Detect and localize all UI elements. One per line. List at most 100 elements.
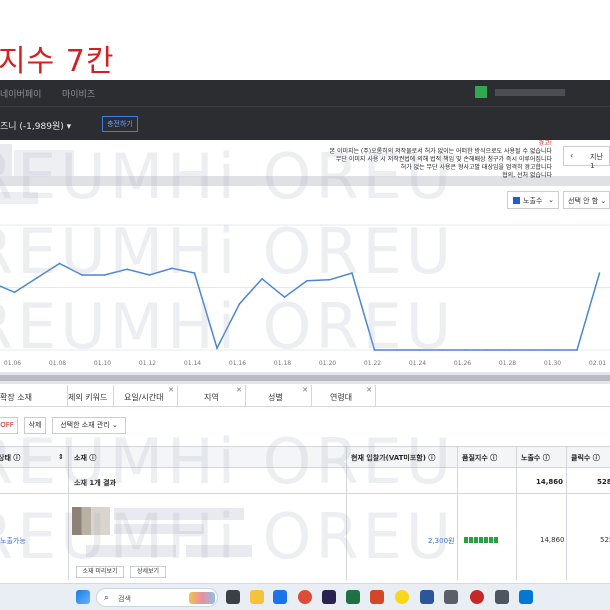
bid-value[interactable]: 2,300원 — [428, 536, 454, 546]
date-range-nav[interactable]: ‹ 지난 1 — [563, 146, 610, 170]
row-impressions: 14,860 — [540, 536, 565, 544]
header-status[interactable]: 상태 ⓘ — [0, 453, 20, 463]
header-impressions[interactable]: 노출수 ⓘ — [521, 453, 550, 463]
account-bar: 즈니 (-1,989원) ▾ 충전하기 — [0, 106, 610, 140]
scrollbar-thumb[interactable] — [0, 375, 610, 381]
status-text[interactable]: 노출가능 — [0, 536, 26, 546]
blurred-ad-title — [114, 508, 244, 520]
sort-icon[interactable]: ⇕ — [58, 453, 64, 461]
tab-age[interactable]: 연령대 ✕ — [312, 385, 376, 407]
chart-scrollbar[interactable] — [0, 372, 610, 384]
data-point — [531, 349, 533, 351]
recorder-icon[interactable] — [470, 590, 484, 604]
file-explorer-icon[interactable] — [250, 590, 264, 604]
data-point — [36, 277, 38, 279]
preview-button[interactable]: 소재 미리보기 — [76, 566, 124, 578]
detail-button[interactable]: 상세보기 — [130, 566, 166, 578]
metric-dropdown-label: 노출수 — [523, 197, 543, 205]
header-bid[interactable]: 현재 입찰가(VAT미포함) ⓘ — [351, 453, 435, 463]
x-tick-label: 01.26 — [454, 360, 471, 365]
data-point — [373, 349, 376, 351]
table-header: 상태 ⓘ ⇕ 소재 ⓘ 현재 입찰가(VAT미포함) ⓘ 품질지수 ⓘ 노출수 … — [0, 446, 610, 468]
start-menu-icon[interactable] — [76, 590, 90, 604]
banner-title: 지수 7칸 — [0, 44, 115, 79]
chrome-icon[interactable] — [298, 590, 312, 604]
nav-link-naverpay[interactable]: 네이버페이 — [0, 87, 41, 100]
data-point — [58, 262, 61, 265]
delete-button[interactable]: 삭제 — [24, 417, 46, 434]
app-icon[interactable] — [495, 590, 509, 604]
series-color-swatch — [513, 197, 520, 204]
app-icon[interactable] — [444, 590, 458, 604]
header-clicks[interactable]: 클릭수 ⓘ — [571, 453, 600, 463]
word-icon[interactable] — [420, 590, 434, 604]
tab-extension-ads[interactable]: 확장 소재 — [0, 385, 68, 407]
account-selector[interactable]: 즈니 (-1,989원) ▾ — [0, 119, 71, 132]
table-summary-row: 소재 1개 결과 14,860 528 — [0, 470, 610, 494]
charge-button[interactable]: 충전하기 — [102, 116, 138, 132]
ad-toolbar: OFF 삭제 선택한 소재 관리 ⌄ — [0, 414, 610, 436]
user-info-blurred — [495, 89, 565, 96]
data-point — [261, 278, 263, 280]
close-icon[interactable]: ✕ — [366, 386, 372, 394]
header-quality[interactable]: 품질지수 ⓘ — [462, 453, 497, 463]
x-tick-label: 01.20 — [319, 360, 336, 365]
data-point — [328, 279, 331, 281]
date-range-label: 지난 1 — [590, 153, 603, 170]
task-view-icon[interactable] — [226, 590, 240, 604]
summary-impressions: 14,860 — [536, 478, 564, 486]
data-point — [418, 349, 421, 351]
ad-thumbnail — [72, 507, 110, 535]
data-point — [81, 274, 83, 276]
data-point — [216, 347, 218, 349]
blurred-ad-url — [86, 545, 176, 557]
tab-region[interactable]: 지역 ✕ — [178, 385, 246, 407]
tab-label: 요일/시간대 — [124, 393, 164, 402]
x-tick-label: 02.01 — [589, 360, 606, 365]
off-button[interactable]: OFF — [0, 417, 18, 434]
data-point — [553, 349, 556, 351]
data-point — [463, 349, 466, 351]
tab-gender[interactable]: 성별 ✕ — [246, 385, 312, 407]
chevron-left-icon[interactable]: ‹ — [570, 151, 573, 160]
nav-link-mybiz[interactable]: 마이비즈 — [62, 87, 95, 100]
search-label: 검색 — [118, 595, 131, 603]
data-point — [351, 272, 353, 274]
notice-line: 협의, 선처 없습니다 — [502, 172, 552, 179]
x-tick-label: 01.08 — [49, 360, 66, 365]
data-point — [508, 349, 511, 351]
taskbar-search-box[interactable]: ⌕ 검색 — [96, 588, 218, 607]
notice-line: 허가 없는 무단 사용은 형사고발 대상임을 엄격히 경고합니다 — [400, 164, 552, 171]
title-banner: 지수 7칸 — [0, 0, 610, 80]
data-point — [598, 272, 601, 274]
metric-dropdown[interactable]: 노출수 ⌄ — [507, 191, 559, 209]
excel-icon[interactable] — [346, 590, 360, 604]
search-highlight-icon — [189, 592, 215, 604]
blurred-ad-extra — [186, 545, 252, 557]
kakaotalk-icon[interactable] — [395, 590, 409, 604]
impressions-line-chart: 01.06 01.08 01.10 01.12 01.14 01.16 01.18 01.20… — [0, 224, 610, 365]
close-icon[interactable]: ✕ — [302, 386, 308, 394]
compare-metric-dropdown[interactable]: 선택 안 함 ⌄ — [563, 191, 610, 209]
x-tick-label: 01.12 — [139, 360, 156, 365]
data-point — [13, 291, 16, 294]
header-ad[interactable]: 소재 ⓘ — [74, 453, 96, 463]
summary-clicks: 528 — [597, 478, 610, 486]
data-point — [441, 349, 443, 351]
app-icon[interactable] — [273, 590, 287, 604]
manage-selected-button[interactable]: 선택한 소재 관리 ⌄ — [52, 417, 126, 434]
tab-label: 지역 — [204, 393, 219, 402]
close-icon[interactable]: ✕ — [236, 386, 242, 394]
tab-day-time[interactable]: 요일/시간대 ✕ — [114, 385, 178, 407]
top-nav-bar: 네이버페이 마이비즈 — [0, 80, 610, 106]
impressions-series-line — [0, 262, 601, 351]
tab-excluded-keywords[interactable]: 제외 키워드 — [68, 385, 114, 407]
data-point — [486, 349, 488, 351]
close-icon[interactable]: ✕ — [168, 386, 174, 394]
chevron-down-icon: ⌄ — [548, 196, 554, 204]
app-icon[interactable] — [519, 590, 533, 604]
x-tick-label: 01.14 — [184, 360, 201, 365]
data-point — [283, 296, 286, 298]
powerpoint-icon[interactable] — [370, 590, 384, 604]
premiere-icon[interactable] — [322, 590, 336, 604]
